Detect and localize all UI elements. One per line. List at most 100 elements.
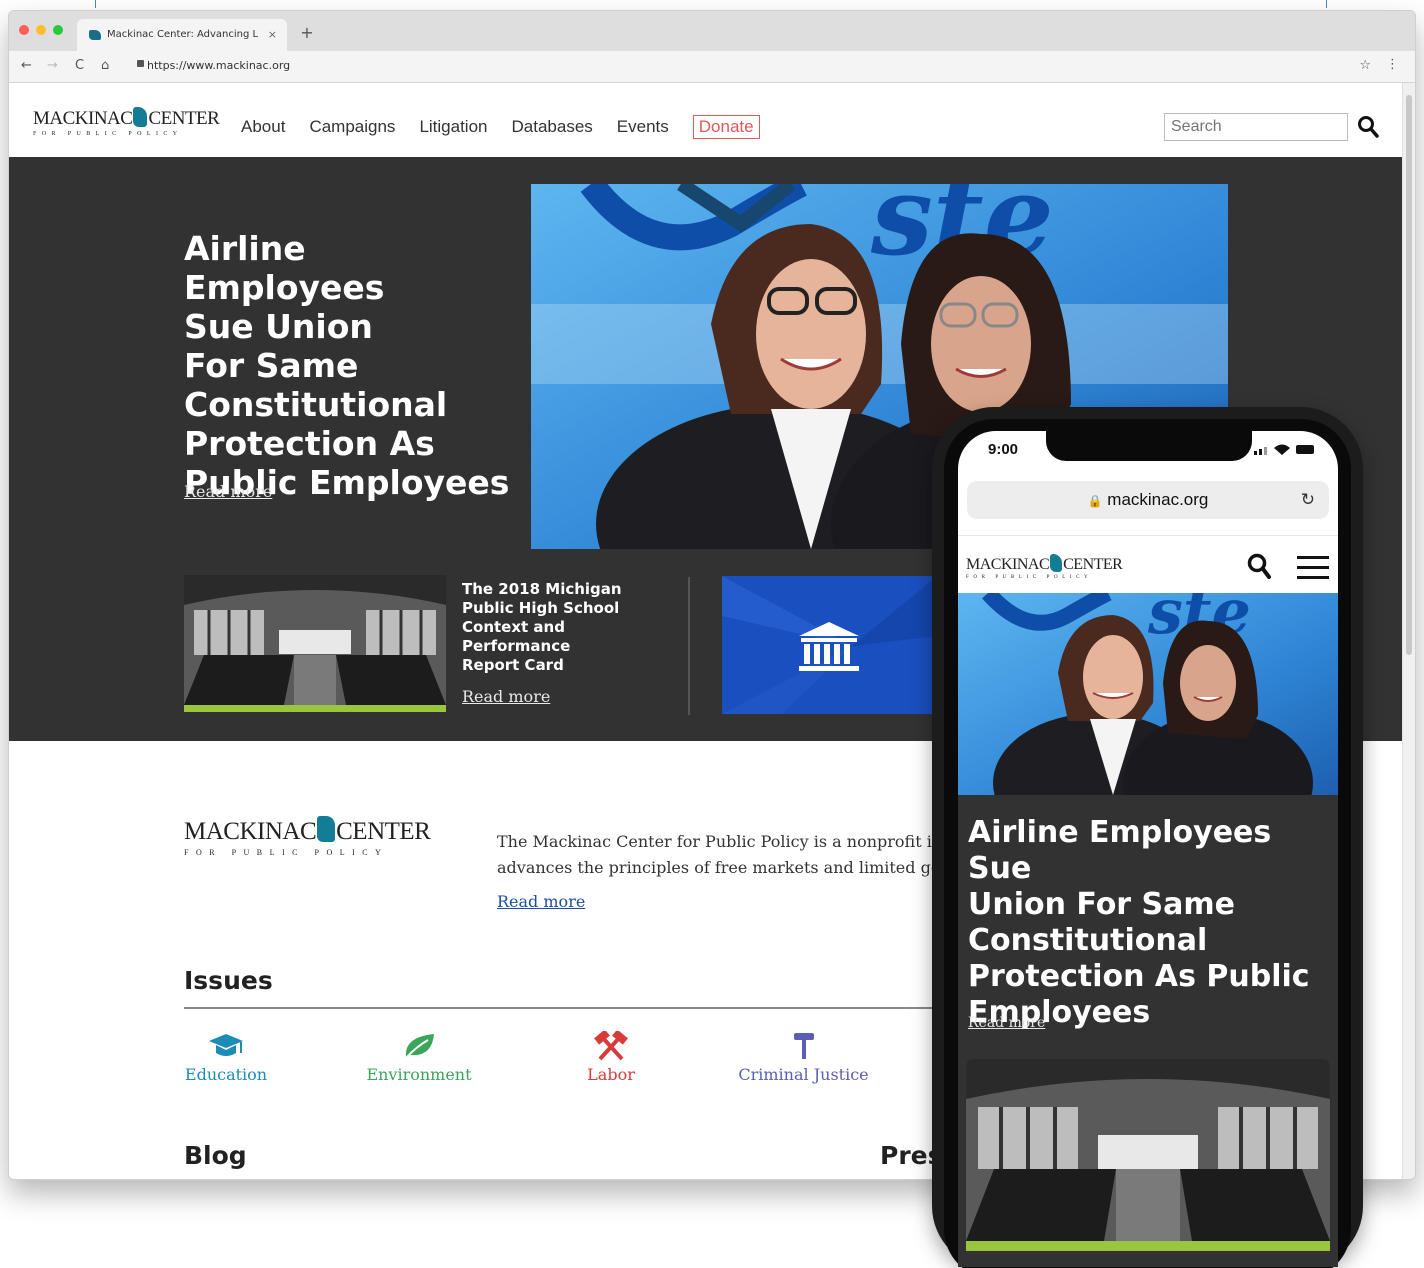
about-text-line: advances the principles of free markets … — [497, 858, 941, 877]
issue-label: Labor — [587, 1065, 635, 1084]
phone-mockup: 9:00 🔒 mackinac.org ↻ MACKINAC CENTER FOR… — [932, 407, 1363, 1268]
page-scrollbar[interactable] — [1402, 83, 1415, 1179]
nav-databases[interactable]: Databases — [512, 117, 593, 139]
phone-url: mackinac.org — [1107, 490, 1209, 509]
nav-litigation[interactable]: Litigation — [419, 117, 487, 139]
screenshot-stage: Mackinac Center: Advancing L × + ← → C ⌂… — [0, 0, 1424, 1268]
favicon-icon — [89, 30, 101, 40]
report-card-title-line: The 2018 Michigan — [462, 580, 622, 598]
about-logo-text-left: MACKINAC — [184, 818, 317, 845]
phone-address-bar[interactable]: 🔒 mackinac.org ↻ — [967, 481, 1329, 519]
minimize-window-dot[interactable] — [36, 25, 46, 35]
bookmark-star-icon[interactable]: ☆ — [1359, 58, 1371, 73]
gavel-icon — [793, 1033, 814, 1059]
search-input[interactable] — [1164, 113, 1348, 141]
leaf-icon — [405, 1034, 434, 1059]
phone-site-header: MACKINAC CENTER FOR PUBLIC POLICY — [958, 535, 1338, 599]
search-icon[interactable] — [1357, 115, 1379, 139]
green-accent-bar — [184, 705, 446, 712]
phone-hero-title-line: Protection As Public — [968, 959, 1310, 994]
lock-icon — [137, 60, 144, 67]
blog-heading: Blog — [184, 1141, 247, 1170]
phone-search-icon[interactable] — [1246, 552, 1272, 580]
phone-hero-title-line: Airline Employees Sue — [968, 815, 1272, 886]
issue-label: Education — [184, 1065, 268, 1084]
michigan-mark-icon — [317, 816, 336, 842]
browser-menu-icon[interactable]: ⋮ — [1386, 57, 1399, 72]
hamburger-menu-icon[interactable] — [1296, 555, 1330, 581]
issue-criminal-justice[interactable]: Criminal Justice — [736, 1031, 871, 1084]
hero-title-line: For Same — [184, 346, 359, 385]
about-logo-subtitle: FOR PUBLIC POLICY — [184, 848, 389, 857]
logo-subtitle: FOR PUBLIC POLICY — [33, 131, 183, 137]
about-text-line: The Mackinac Center for Public Policy is… — [497, 832, 932, 851]
back-arrow-icon[interactable]: ← — [21, 58, 32, 73]
guide-line-right — [1326, 0, 1327, 8]
tab-bar: Mackinac Center: Advancing L × + — [9, 11, 1415, 51]
report-card-title-line: Public High School — [462, 599, 620, 617]
logo-text-left: MACKINAC — [33, 108, 133, 129]
phone-notch — [1046, 431, 1252, 461]
browser-tab[interactable]: Mackinac Center: Advancing L × — [77, 19, 287, 51]
issue-label: Environment — [366, 1065, 472, 1084]
hero-title-line: Sue Union — [184, 307, 373, 346]
phone-logo-text-left: MACKINAC — [966, 556, 1050, 573]
new-tab-button[interactable]: + — [297, 23, 317, 43]
issue-labor[interactable]: Labor — [576, 1031, 646, 1084]
issue-label: Criminal Justice — [738, 1065, 869, 1084]
main-nav: About Campaigns Litigation Databases Eve… — [241, 115, 760, 139]
donate-button[interactable]: Donate — [692, 115, 760, 139]
crossed-hammers-icon — [594, 1031, 628, 1061]
phone-lock-icon: 🔒 — [1087, 494, 1103, 508]
michigan-mark-icon — [133, 107, 148, 127]
phone-hero-title[interactable]: Airline Employees Sue Union For Same Con… — [968, 815, 1330, 1031]
phone-green-accent-bar — [966, 1241, 1330, 1251]
tab-title: Mackinac Center: Advancing L — [107, 29, 259, 40]
hero-title-line: Airline Employees — [184, 229, 385, 307]
report-card-read-more-link[interactable]: Read more — [462, 687, 550, 706]
phone-read-more-link[interactable]: Read more — [968, 1015, 1045, 1031]
bus-interior-photo[interactable] — [184, 575, 446, 705]
report-card-title-line: Report Card — [462, 656, 564, 674]
status-icons — [1254, 444, 1314, 455]
maximize-window-dot[interactable] — [53, 25, 63, 35]
phone-logo-subtitle: FOR PUBLIC POLICY — [966, 575, 1093, 580]
phone-hero-section: Airline Employees Sue Union For Same Con… — [958, 795, 1338, 1267]
graduation-cap-icon — [209, 1034, 243, 1056]
nav-campaigns[interactable]: Campaigns — [309, 117, 395, 139]
forward-arrow-icon[interactable]: → — [47, 58, 58, 73]
phone-logo-text-right: CENTER — [1063, 556, 1123, 573]
blue-feature-tile[interactable] — [722, 576, 937, 714]
site-header: MACKINAC CENTER FOR PUBLIC POLICY About C… — [9, 83, 1404, 167]
guide-line-left — [95, 0, 96, 8]
hero-read-more-link[interactable]: Read more — [184, 482, 272, 501]
issues-heading: Issues — [184, 966, 273, 995]
phone-screen: 9:00 🔒 mackinac.org ↻ MACKINAC CENTER FOR… — [958, 431, 1338, 1267]
michigan-mark-icon — [1050, 554, 1063, 572]
url-field[interactable]: https://www.mackinac.org — [147, 59, 290, 72]
report-card-title[interactable]: The 2018 Michigan Public High School Con… — [462, 580, 642, 675]
nav-about[interactable]: About — [241, 117, 285, 139]
about-logo: MACKINAC CENTER FOR PUBLIC POLICY — [184, 816, 431, 857]
scrollbar-thumb[interactable] — [1406, 95, 1412, 655]
close-window-dot[interactable] — [19, 25, 29, 35]
issues-divider — [184, 1007, 944, 1009]
phone-hero-photo[interactable]: ste — [958, 593, 1338, 795]
about-read-more-link[interactable]: Read more — [497, 892, 585, 911]
reload-icon[interactable]: C — [75, 58, 84, 73]
hero-title-line: Protection As — [184, 424, 435, 463]
issue-environment[interactable]: Environment — [364, 1031, 474, 1084]
phone-reload-icon[interactable]: ↻ — [1301, 481, 1315, 519]
report-card-title-line: Performance — [462, 637, 571, 655]
phone-site-logo[interactable]: MACKINAC CENTER FOR PUBLIC POLICY — [966, 554, 1123, 580]
about-logo-text-right: CENTER — [336, 818, 431, 845]
tab-close-icon[interactable]: × — [268, 28, 277, 41]
phone-hero-title-line: Constitutional — [968, 923, 1208, 958]
site-logo[interactable]: MACKINAC CENTER FOR PUBLIC POLICY — [33, 107, 220, 137]
hero-title-line: Constitutional — [184, 385, 448, 424]
phone-bus-photo[interactable] — [966, 1059, 1330, 1241]
home-icon[interactable]: ⌂ — [101, 58, 109, 73]
nav-events[interactable]: Events — [617, 117, 669, 139]
hero-title[interactable]: Airline Employees Sue Union For Same Con… — [184, 229, 514, 502]
issue-education[interactable]: Education — [181, 1031, 271, 1084]
